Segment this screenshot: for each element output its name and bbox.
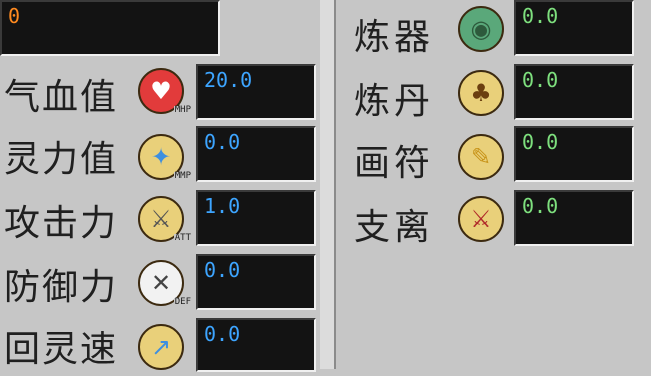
spirit-flame-icon: ✦ MMP [138, 134, 192, 181]
skill-value-refining[interactable]: 0.0 [514, 0, 634, 56]
stat-value-regen[interactable]: 0.0 [196, 318, 316, 372]
skills-panel: 炼器 ◉ 0.0 炼丹 ♣ 0.0 画符 ✎ 0.0 支离 ⚔ 0.0 [334, 0, 651, 369]
sword-icon: ⚔ ATT [138, 196, 192, 243]
stat-value-hp[interactable]: 20.0 [196, 64, 316, 120]
stat-row-mp: 灵力值 ✦ MMP 0.0 [0, 124, 320, 186]
panel-divider [320, 0, 334, 369]
icon-sub-att: ATT [173, 233, 192, 243]
stat-value-att[interactable]: 1.0 [196, 190, 316, 246]
skill-label-refining: 炼器 [354, 17, 435, 58]
skill-value-talisman[interactable]: 0.0 [514, 126, 634, 182]
skill-label-alchemy: 炼丹 [354, 81, 435, 122]
stats-panel: 0 气血值 ♥ MHP 20.0 灵力值 ✦ MMP 0.0 攻击力 ⚔ ATT… [0, 0, 320, 372]
stat-value-mp[interactable]: 0.0 [196, 126, 316, 182]
shield-icon: ✕ DEF [138, 260, 192, 307]
stat-label-hp: 气血值 [4, 77, 119, 118]
skill-row-talisman: 画符 ✎ 0.0 [336, 126, 651, 188]
skill-row-zhili: 支离 ⚔ 0.0 [336, 190, 651, 252]
icon-sub-mhp: MHP [173, 105, 192, 115]
skill-row-refining: 炼器 ◉ 0.0 [336, 0, 651, 62]
skill-value-zhili[interactable]: 0.0 [514, 190, 634, 246]
stat-row-regen: 回灵速 ↗ 0.0 [0, 314, 320, 376]
stat-label-att: 攻击力 [4, 203, 119, 244]
regen-arrow-icon: ↗ [138, 324, 184, 370]
skill-value-alchemy[interactable]: 0.0 [514, 64, 634, 120]
skill-label-talisman: 画符 [354, 143, 435, 184]
icon-sub-mmp: MMP [173, 171, 192, 181]
talisman-icon: ✎ [458, 134, 504, 180]
stat-value-def[interactable]: 0.0 [196, 254, 316, 310]
blade-icon: ⚔ [458, 196, 504, 242]
header-value-field[interactable]: 0 [0, 0, 220, 56]
stat-label-mp: 灵力值 [4, 139, 119, 180]
stat-label-def: 防御力 [4, 267, 119, 308]
stat-label-regen: 回灵速 [4, 329, 119, 370]
icon-sub-def: DEF [173, 297, 192, 307]
heart-icon: ♥ MHP [138, 68, 192, 115]
stat-row-hp: 气血值 ♥ MHP 20.0 [0, 62, 320, 124]
stat-row-att: 攻击力 ⚔ ATT 1.0 [0, 188, 320, 250]
stat-row-def: 防御力 ✕ DEF 0.0 [0, 252, 320, 314]
cauldron-icon: ◉ [458, 6, 504, 52]
skill-row-alchemy: 炼丹 ♣ 0.0 [336, 64, 651, 126]
skill-label-zhili: 支离 [354, 207, 435, 248]
gourd-icon: ♣ [458, 70, 504, 116]
